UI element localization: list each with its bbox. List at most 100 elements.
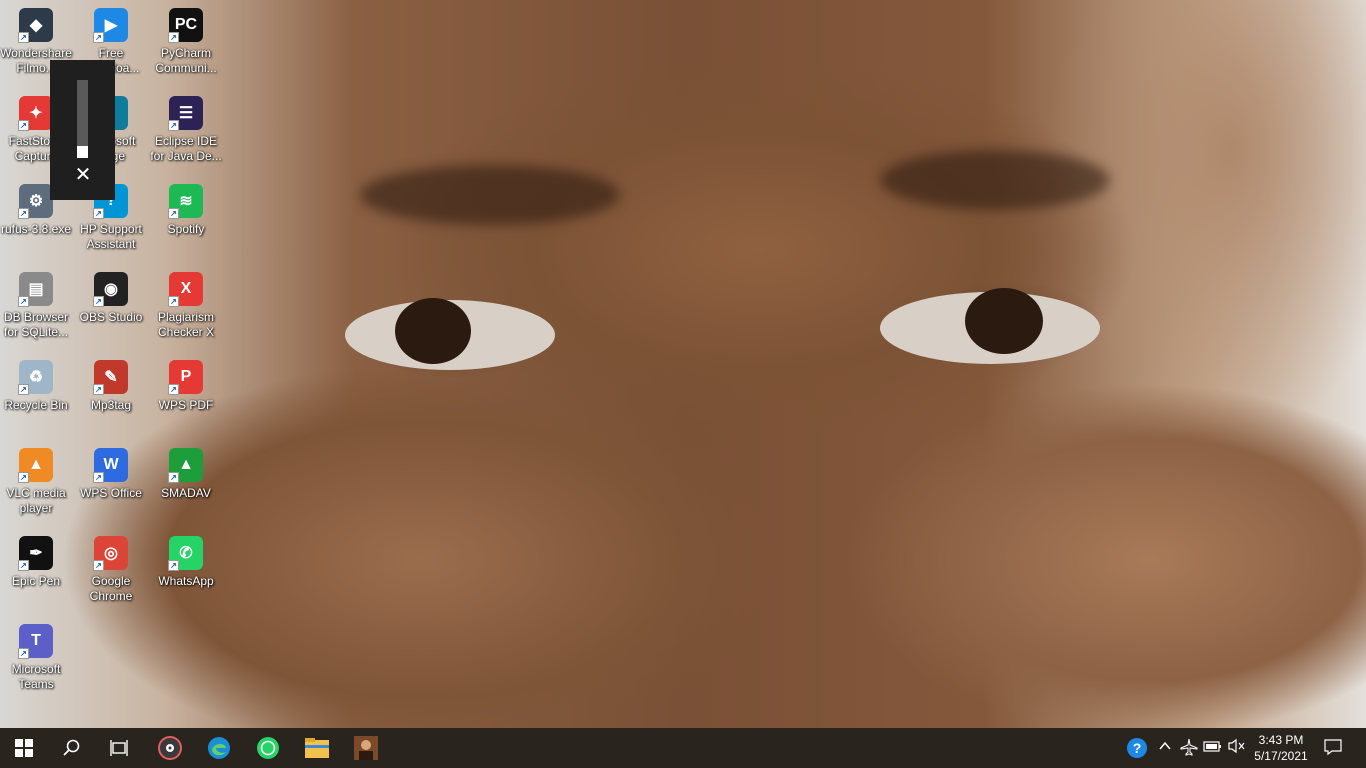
free-download-icon: ▶ ↗	[93, 8, 128, 43]
wallpaper-detail	[395, 298, 471, 364]
desktop-icon-label: WPS Office	[80, 486, 142, 500]
shortcut-arrow-icon: ↗	[93, 384, 104, 395]
wallpaper-detail	[360, 165, 620, 225]
epic-pen-icon: ✒ ↗	[18, 536, 53, 571]
shortcut-arrow-icon: ↗	[93, 208, 104, 219]
desktop-icon[interactable]: ▲ ↗ SMADAV	[150, 448, 222, 501]
wallpaper-detail	[965, 288, 1043, 354]
desktop-icon-label: DB Browser for SQLite...	[3, 310, 69, 339]
taskbar-whatsapp[interactable]	[244, 728, 292, 768]
search-icon	[63, 739, 80, 756]
svg-text:?: ?	[1133, 740, 1142, 756]
help-tray-button[interactable]: ?	[1126, 737, 1148, 758]
start-button[interactable]	[0, 728, 48, 768]
desktop-icon[interactable]: PC ↗ PyCharm Communi...	[150, 8, 222, 76]
task-view-icon	[110, 740, 128, 756]
desktop-icon[interactable]: ✒ ↗ Epic Pen	[0, 536, 72, 589]
action-center-button[interactable]	[1322, 738, 1344, 758]
rufus-icon: ⚙ ↗	[18, 184, 53, 219]
edge-icon	[208, 737, 230, 759]
desktop-icon[interactable]: P ↗ WPS PDF	[150, 360, 222, 413]
windows-start-icon	[15, 739, 33, 757]
eclipse-icon: ☰ ↗	[168, 96, 203, 131]
clock-date: 5/17/2021	[1254, 749, 1308, 763]
show-hidden-icons-button[interactable]	[1154, 738, 1176, 758]
shortcut-arrow-icon: ↗	[18, 296, 29, 307]
desktop-icon-label: SMADAV	[161, 486, 211, 500]
shortcut-arrow-icon: ↗	[18, 560, 29, 571]
db-browser-icon: ▤ ↗	[18, 272, 53, 307]
plagiarism-checker-icon: X ↗	[168, 272, 203, 307]
desktop-icon-label: WhatsApp	[158, 574, 214, 588]
battery-button[interactable]	[1202, 738, 1224, 758]
taskbar-file-explorer[interactable]	[293, 728, 341, 768]
whatsapp-icon: ✆ ↗	[168, 536, 203, 571]
volume-slider-fill	[77, 146, 88, 158]
airplane-mode-button[interactable]	[1178, 738, 1200, 758]
desktop-icon[interactable]: ◎ ↗ Google Chrome	[75, 536, 147, 604]
wps-pdf-icon: P ↗	[168, 360, 203, 395]
shortcut-arrow-icon: ↗	[168, 296, 179, 307]
shortcut-arrow-icon: ↗	[18, 472, 29, 483]
desktop-icon-label: PyCharm Communi...	[155, 46, 217, 75]
desktop-icon[interactable]: T ↗ Microsoft Teams	[0, 624, 72, 692]
teams-icon: T ↗	[18, 624, 53, 659]
wallpaper-detail	[880, 150, 1110, 210]
smadav-icon: ▲ ↗	[168, 448, 203, 483]
desktop-icon[interactable]: ◉ ↗ OBS Studio	[75, 272, 147, 325]
desktop-icon-label: OBS Studio	[79, 310, 143, 324]
shortcut-arrow-icon: ↗	[168, 384, 179, 395]
taskbar-photo-app[interactable]	[342, 728, 390, 768]
desktop-icon[interactable]: ✆ ↗ WhatsApp	[150, 536, 222, 589]
vlc-icon: ▲ ↗	[18, 448, 53, 483]
chevron-up-icon	[1159, 741, 1171, 750]
shortcut-arrow-icon: ↗	[93, 32, 104, 43]
faststone-icon: ✦ ↗	[18, 96, 53, 131]
desktop-icon-label: Plagiarism Checker X	[157, 310, 215, 339]
search-button[interactable]	[48, 728, 96, 768]
shortcut-arrow-icon: ↗	[18, 208, 29, 219]
shortcut-arrow-icon: ↗	[168, 560, 179, 571]
shortcut-arrow-icon: ↗	[93, 560, 104, 571]
taskbar-edge[interactable]	[195, 728, 243, 768]
clock[interactable]: 3:43 PM 5/17/2021	[1244, 732, 1318, 764]
chrome-icon: ◎ ↗	[93, 536, 128, 571]
media-player-icon	[158, 736, 182, 760]
task-view-button[interactable]	[96, 728, 144, 768]
desktop-icon[interactable]: ♻ ↗ Recycle Bin	[0, 360, 72, 413]
notification-icon	[1324, 739, 1342, 756]
desktop-icon[interactable]: ✎ ↗ Mp3tag	[75, 360, 147, 413]
clock-time: 3:43 PM	[1258, 733, 1304, 747]
shortcut-arrow-icon: ↗	[93, 472, 104, 483]
taskbar: ? 3:43 PM 5/17/2021	[0, 728, 1366, 768]
obs-icon: ◉ ↗	[93, 272, 128, 307]
pycharm-icon: PC ↗	[168, 8, 203, 43]
shortcut-arrow-icon: ↗	[168, 120, 179, 131]
airplane-mode-icon	[1180, 738, 1198, 756]
desktop-icon[interactable]: ▤ ↗ DB Browser for SQLite...	[0, 272, 72, 340]
desktop-icon-label: Eclipse IDE for Java De...	[150, 134, 222, 163]
taskbar-media-player[interactable]	[146, 728, 194, 768]
desktop-icon-label: Epic Pen	[11, 574, 61, 588]
shortcut-arrow-icon: ↗	[168, 208, 179, 219]
desktop-icon-label: Google Chrome	[89, 574, 133, 603]
desktop-icon-label: rufus-3.8.exe	[0, 222, 72, 236]
photo-app-icon	[354, 736, 378, 760]
desktop-icon-label: VLC media player	[6, 486, 66, 515]
desktop-icon[interactable]: X ↗ Plagiarism Checker X	[150, 272, 222, 340]
filmora-icon: ◆ ↗	[18, 8, 53, 43]
desktop-icon[interactable]: ▲ ↗ VLC media player	[0, 448, 72, 516]
desktop-icon-label: Microsoft Teams	[11, 662, 61, 691]
volume-close-button[interactable]: ✕	[72, 164, 94, 186]
desktop-icon-label: Mp3tag	[90, 398, 132, 412]
file-explorer-icon	[305, 738, 329, 758]
desktop-icon[interactable]: ☰ ↗ Eclipse IDE for Java De...	[150, 96, 222, 164]
desktop-icon[interactable]: W ↗ WPS Office	[75, 448, 147, 501]
wps-office-icon: W ↗	[93, 448, 128, 483]
whatsapp-icon	[257, 737, 279, 759]
spotify-icon: ≋ ↗	[168, 184, 203, 219]
desktop-icon[interactable]: ≋ ↗ Spotify	[150, 184, 222, 237]
shortcut-arrow-icon: ↗	[168, 472, 179, 483]
shortcut-arrow-icon: ↗	[18, 32, 29, 43]
desktop-icon-label: Recycle Bin	[4, 398, 68, 412]
